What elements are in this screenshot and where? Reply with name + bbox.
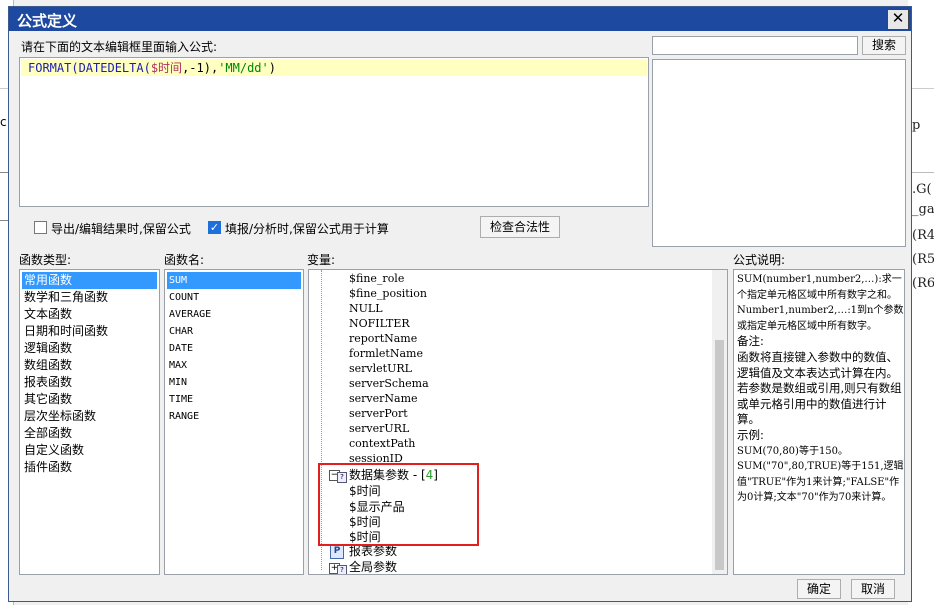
title-bar: 公式定义 ✕ xyxy=(9,7,911,31)
list-item[interactable]: 全部函数 xyxy=(22,425,157,442)
variable-item[interactable]: serverURL xyxy=(349,421,409,436)
description-line: 示例: xyxy=(737,427,764,442)
variable-item[interactable]: servletURL xyxy=(349,361,412,376)
search-results[interactable] xyxy=(652,59,906,247)
list-item[interactable]: 数学和三角函数 xyxy=(22,289,157,306)
list-item[interactable]: 常用函数 xyxy=(22,272,157,289)
func-types-list[interactable]: 常用函数 数学和三角函数 文本函数 日期和时间函数 逻辑函数 数组函数 报表函数… xyxy=(19,269,160,575)
formula-function: DATEDELTA( xyxy=(78,61,151,75)
variable-item[interactable]: serverSchema xyxy=(349,376,429,391)
editor-prompt: 请在下面的文本编辑框里面输入公式: xyxy=(21,40,218,54)
list-item[interactable]: 文本函数 xyxy=(22,306,157,323)
description-header: 公式说明: xyxy=(733,253,786,267)
variable-item[interactable]: serverPort xyxy=(349,406,408,421)
report-params-node[interactable]: 报表参数 xyxy=(349,544,397,559)
scrollbar-thumb[interactable] xyxy=(715,340,724,570)
highlight-box xyxy=(318,463,479,546)
func-types-header: 函数类型: xyxy=(19,253,72,267)
variables-scrollbar[interactable] xyxy=(712,270,727,574)
formula-args: ,-1), xyxy=(182,61,219,75)
list-item[interactable]: 插件函数 xyxy=(22,459,157,476)
description-line: 函数将直接键入参数中的数值、逻辑值及文本表达式计算在内。若参数是数组或引用,则只… xyxy=(737,349,902,427)
variable-item[interactable]: $fine_role xyxy=(349,271,404,286)
list-item[interactable]: 层次坐标函数 xyxy=(22,408,157,425)
formula-variable: $时间 xyxy=(150,61,183,75)
background-text: (R4 xyxy=(912,228,934,243)
list-item[interactable]: 自定义函数 xyxy=(22,442,157,459)
list-item[interactable]: MIN xyxy=(167,374,301,391)
background-text: (R5 xyxy=(912,252,934,267)
list-item[interactable]: SUM xyxy=(167,272,301,289)
func-names-list[interactable]: SUM COUNT AVERAGE CHAR DATE MAX MIN TIME… xyxy=(164,269,304,575)
list-item[interactable]: COUNT xyxy=(167,289,301,306)
description-text: SUM(number1,number2,…):求一个指定单元格区域中所有数字之和… xyxy=(737,272,904,506)
list-item[interactable]: 报表函数 xyxy=(22,374,157,391)
list-item[interactable]: 其它函数 xyxy=(22,391,157,408)
formula-end: ) xyxy=(268,61,276,75)
background-text: _ga xyxy=(912,202,934,217)
description-line: Number1,number2,…:1到n个参数或指定单元格区域中所有数字。 xyxy=(737,305,904,332)
list-item[interactable]: 数组函数 xyxy=(22,357,157,374)
variable-item[interactable]: $fine_position xyxy=(349,286,427,301)
variable-item[interactable]: serverName xyxy=(349,391,418,406)
check-validity-button[interactable]: 检查合法性 xyxy=(480,216,560,238)
global-folder-icon: ? xyxy=(337,565,347,574)
formula-dialog: 公式定义 ✕ 请在下面的文本编辑框里面输入公式: FORMAT(DATEDELT… xyxy=(8,6,912,602)
fill-keep-formula-checkbox[interactable]: ✓ xyxy=(208,221,221,234)
list-item[interactable]: CHAR xyxy=(167,323,301,340)
list-item[interactable]: 日期和时间函数 xyxy=(22,323,157,340)
background-text: (R6 xyxy=(912,276,934,291)
list-item[interactable]: AVERAGE xyxy=(167,306,301,323)
variables-header: 变量: xyxy=(307,253,336,267)
global-params-node[interactable]: 全局参数 xyxy=(349,560,397,574)
variable-item[interactable]: formletName xyxy=(349,346,423,361)
description-line: SUM(70,80)等于150。 xyxy=(737,445,849,457)
list-item[interactable]: DATE xyxy=(167,340,301,357)
description-line: 备注: xyxy=(737,334,764,349)
description-panel: SUM(number1,number2,…):求一个指定单元格区域中所有数字之和… xyxy=(733,269,905,575)
variable-item[interactable]: reportName xyxy=(349,331,417,346)
list-item[interactable]: RANGE xyxy=(167,408,301,425)
background-text: p xyxy=(912,118,921,133)
formula-editor[interactable]: FORMAT(DATEDELTA($时间,-1),'MM/dd') xyxy=(19,57,649,207)
func-names-header: 函数名: xyxy=(164,253,205,267)
ok-button[interactable]: 确定 xyxy=(797,579,841,599)
fill-keep-formula-label: 填报/分析时,保留公式用于计算 xyxy=(225,222,389,236)
list-item[interactable]: TIME xyxy=(167,391,301,408)
formula-string: 'MM/dd' xyxy=(218,61,269,75)
export-keep-formula-checkbox[interactable] xyxy=(34,221,47,234)
variable-item[interactable]: contextPath xyxy=(349,436,415,451)
close-icon: ✕ xyxy=(891,9,905,27)
formula-text: FORMAT(DATEDELTA($时间,-1),'MM/dd') xyxy=(28,59,276,76)
variable-item[interactable]: NULL xyxy=(349,301,383,316)
export-keep-formula-label: 导出/编辑结果时,保留公式 xyxy=(51,222,191,236)
description-line: SUM(number1,number2,…):求一个指定单元格区域中所有数字之和… xyxy=(737,274,902,301)
dialog-title: 公式定义 xyxy=(17,12,78,30)
close-button[interactable]: ✕ xyxy=(887,9,909,30)
background-text: c xyxy=(0,115,7,129)
background-text: .G( xyxy=(912,182,932,197)
variable-item[interactable]: NOFILTER xyxy=(349,316,410,331)
parameter-icon: P xyxy=(330,545,344,559)
list-item[interactable]: 逻辑函数 xyxy=(22,340,157,357)
description-line: SUM("70",80,TRUE)等于151,逻辑值"TRUE"作为1来计算;"… xyxy=(737,461,904,504)
list-item[interactable]: MAX xyxy=(167,357,301,374)
search-input[interactable] xyxy=(652,36,858,55)
search-button[interactable]: 搜索 xyxy=(862,36,906,55)
formula-function: FORMAT( xyxy=(28,61,79,75)
cancel-button[interactable]: 取消 xyxy=(851,579,895,599)
